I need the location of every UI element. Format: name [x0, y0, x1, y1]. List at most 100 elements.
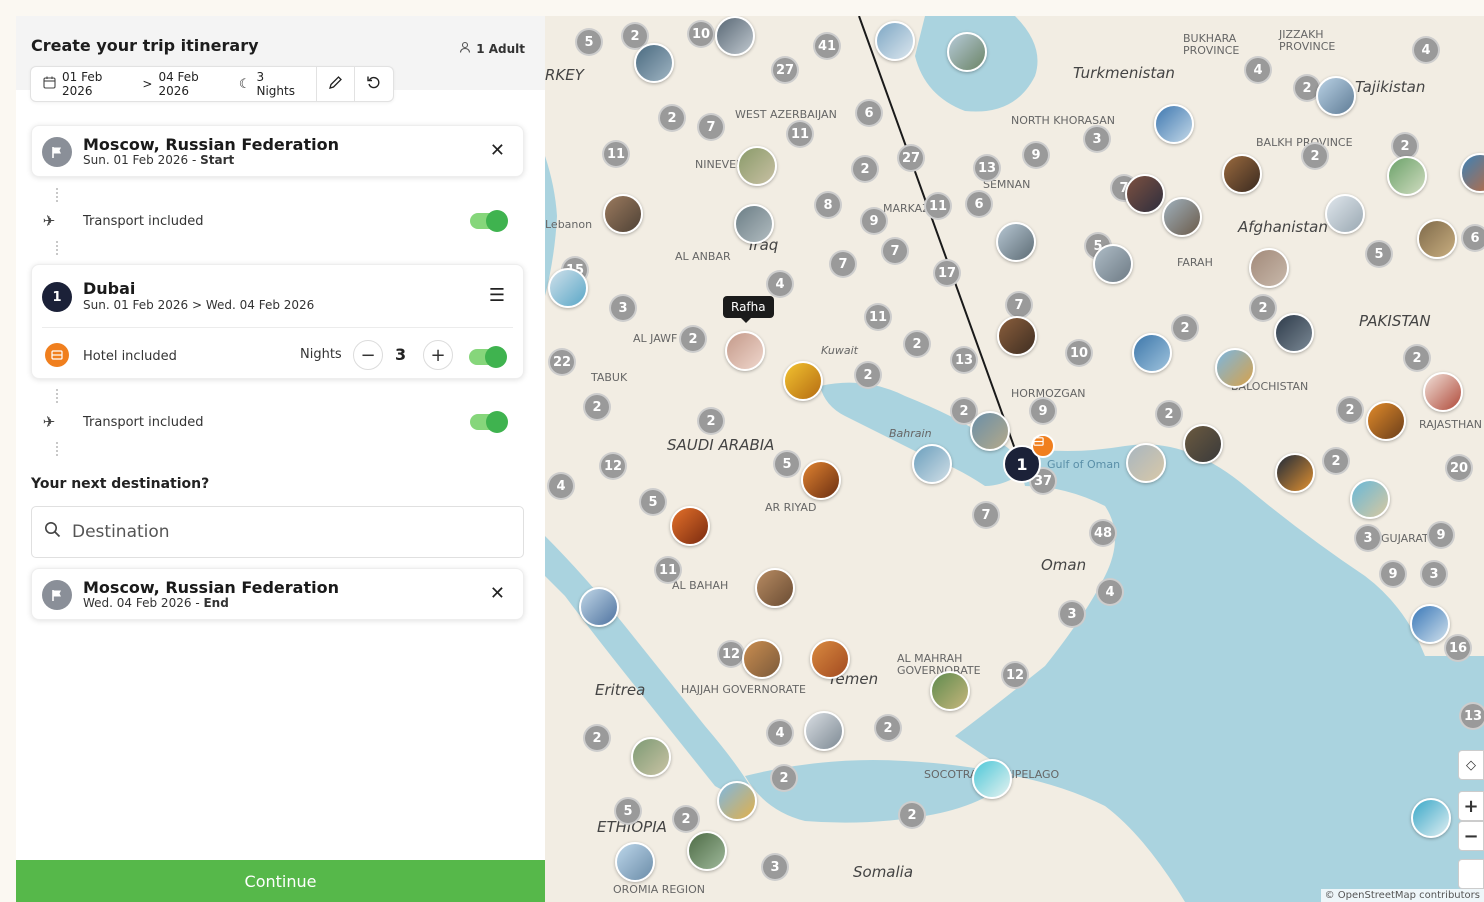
continue-button[interactable]: Continue: [16, 860, 545, 902]
map-photo-marker[interactable]: [631, 737, 671, 777]
map-hotel-pin[interactable]: [1031, 434, 1055, 458]
map-photo-marker[interactable]: [1125, 174, 1165, 214]
map-cluster-marker[interactable]: 10: [1065, 339, 1093, 367]
map-cluster-marker[interactable]: 16: [1444, 634, 1472, 662]
map-photo-marker[interactable]: [972, 759, 1012, 799]
map-cluster-marker[interactable]: 3: [1420, 560, 1448, 588]
map-photo-marker[interactable]: [1410, 604, 1450, 644]
map-cluster-marker[interactable]: 10: [687, 20, 715, 48]
map-photo-marker[interactable]: [579, 587, 619, 627]
map-cluster-marker[interactable]: 20: [1445, 454, 1473, 482]
map-cluster-marker[interactable]: 7: [697, 113, 725, 141]
remove-end-button[interactable]: ✕: [490, 583, 505, 604]
map-cluster-marker[interactable]: 2: [672, 805, 700, 833]
map-photo-marker[interactable]: [1274, 313, 1314, 353]
map-cluster-marker[interactable]: 4: [766, 719, 794, 747]
map-cluster-marker[interactable]: 2: [583, 724, 611, 752]
map-cluster-marker[interactable]: 2: [679, 325, 707, 353]
map-photo-marker[interactable]: [725, 331, 765, 371]
map-photo-marker[interactable]: [1162, 197, 1202, 237]
destination-field[interactable]: [31, 506, 524, 558]
map-cluster-marker[interactable]: 13: [1459, 702, 1484, 730]
map-cluster-marker[interactable]: 17: [933, 259, 961, 287]
nights-decrement-button[interactable]: −: [353, 340, 383, 370]
map-photo-marker[interactable]: [1132, 333, 1172, 373]
map-photo-marker[interactable]: [548, 268, 588, 308]
map-cluster-marker[interactable]: 2: [697, 407, 725, 435]
map-cluster-marker[interactable]: 6: [1461, 224, 1484, 252]
zoom-out-button[interactable]: −: [1458, 821, 1484, 851]
map-cluster-marker[interactable]: 2: [658, 104, 686, 132]
map-cluster-marker[interactable]: 3: [609, 294, 637, 322]
map-photo-marker[interactable]: [1093, 244, 1133, 284]
map-cluster-marker[interactable]: 2: [1322, 447, 1350, 475]
map-photo-marker[interactable]: [875, 21, 915, 61]
travelers-button[interactable]: 1 Adult: [459, 41, 525, 56]
nights-increment-button[interactable]: +: [423, 340, 453, 370]
map-photo-marker[interactable]: [742, 639, 782, 679]
map-cluster-marker[interactable]: 5: [773, 450, 801, 478]
map-cluster-marker[interactable]: 27: [897, 144, 925, 172]
map-cluster-marker[interactable]: 11: [924, 192, 952, 220]
map-photo-marker[interactable]: [717, 781, 757, 821]
map-photo-marker[interactable]: [603, 194, 643, 234]
map-cluster-marker[interactable]: 4: [547, 472, 575, 500]
map-cluster-marker[interactable]: 2: [1336, 396, 1364, 424]
map-cluster-marker[interactable]: 2: [851, 155, 879, 183]
map-cluster-marker[interactable]: 11: [864, 303, 892, 331]
map-extra-button[interactable]: [1458, 859, 1484, 889]
map-cluster-marker[interactable]: 9: [1427, 521, 1455, 549]
map-cluster-marker[interactable]: 5: [575, 28, 603, 56]
map-cluster-marker[interactable]: 13: [950, 346, 978, 374]
map-photo-marker[interactable]: [1387, 156, 1427, 196]
map-cluster-marker[interactable]: 2: [1301, 142, 1329, 170]
map-photo-marker[interactable]: [801, 460, 841, 500]
map-photo-marker[interactable]: [997, 316, 1037, 356]
map-cluster-marker[interactable]: 13: [973, 154, 1001, 182]
map-cluster-marker[interactable]: 9: [1379, 560, 1407, 588]
map-cluster-marker[interactable]: 9: [1029, 397, 1057, 425]
map-photo-marker[interactable]: [615, 842, 655, 882]
map-cluster-marker[interactable]: 41: [813, 32, 841, 60]
map-cluster-marker[interactable]: 7: [829, 250, 857, 278]
drag-handle[interactable]: ☰: [489, 285, 505, 306]
map-photo-marker[interactable]: [1275, 453, 1315, 493]
map-photo-marker[interactable]: [687, 831, 727, 871]
map-photo-marker[interactable]: [1417, 219, 1457, 259]
map-cluster-marker[interactable]: 12: [717, 640, 745, 668]
destination-input[interactable]: [72, 522, 492, 542]
map-photo-marker[interactable]: [634, 43, 674, 83]
map-cluster-marker[interactable]: 4: [1244, 56, 1272, 84]
map-photo-marker[interactable]: [1215, 348, 1255, 388]
map-photo-marker[interactable]: [1366, 401, 1406, 441]
map-cluster-marker[interactable]: 2: [1403, 344, 1431, 372]
map-photo-marker[interactable]: [670, 506, 710, 546]
map-view[interactable]: Turkmenistan Tajikistan Afghanistan PAKI…: [545, 16, 1484, 902]
map-cluster-marker[interactable]: 2: [874, 714, 902, 742]
map-photo-marker[interactable]: [1350, 479, 1390, 519]
map-cluster-marker[interactable]: 11: [654, 556, 682, 584]
map-photo-marker[interactable]: [804, 711, 844, 751]
map-photo-marker[interactable]: [930, 671, 970, 711]
map-photo-marker[interactable]: [755, 568, 795, 608]
map-cluster-marker[interactable]: 2: [770, 764, 798, 792]
map-cluster-marker[interactable]: 48: [1089, 519, 1117, 547]
hotel-toggle[interactable]: [469, 346, 507, 368]
map-cluster-marker[interactable]: 4: [1096, 578, 1124, 606]
map-cluster-marker[interactable]: 5: [614, 797, 642, 825]
map-photo-marker[interactable]: [912, 444, 952, 484]
map-cluster-marker[interactable]: 2: [1155, 400, 1183, 428]
map-cluster-marker[interactable]: 6: [855, 99, 883, 127]
map-photo-marker[interactable]: [1222, 154, 1262, 194]
map-cluster-marker[interactable]: 4: [766, 270, 794, 298]
map-cluster-marker[interactable]: 3: [1083, 125, 1111, 153]
map-photo-marker[interactable]: [1249, 248, 1289, 288]
map-photo-marker[interactable]: [1316, 76, 1356, 116]
map-photo-marker[interactable]: [1325, 194, 1365, 234]
zoom-in-button[interactable]: +: [1458, 791, 1484, 821]
map-cluster-marker[interactable]: 3: [1058, 600, 1086, 628]
transport-toggle-1[interactable]: [470, 210, 508, 232]
edit-button[interactable]: [317, 67, 356, 101]
map-cluster-marker[interactable]: 8: [814, 191, 842, 219]
map-cluster-marker[interactable]: 4: [1412, 36, 1440, 64]
